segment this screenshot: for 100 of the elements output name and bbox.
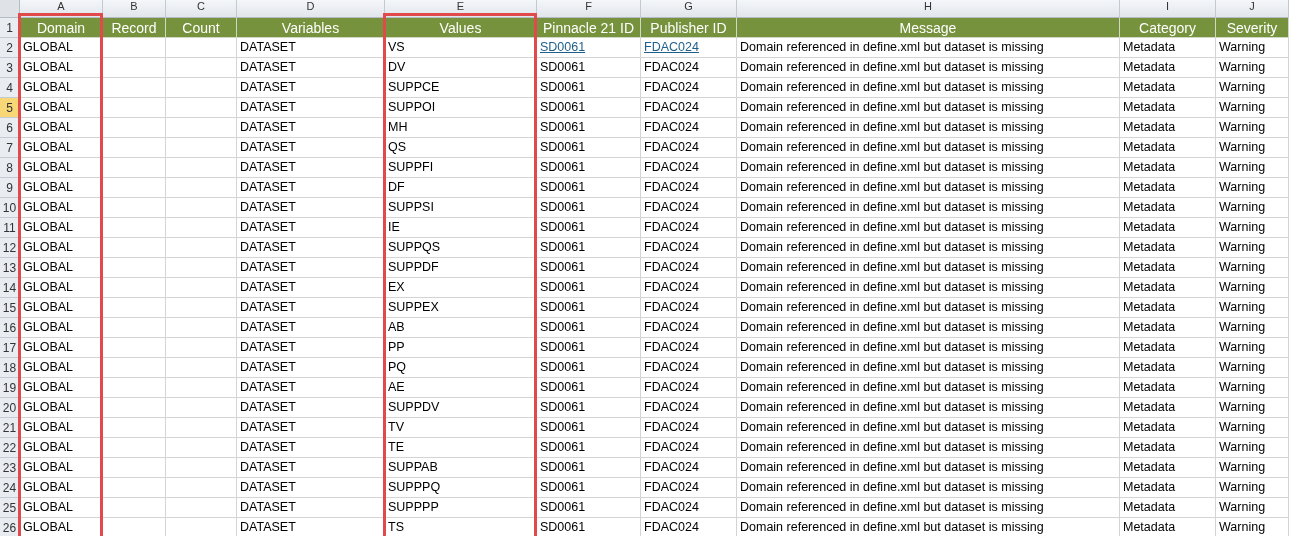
- column-letter[interactable]: F: [537, 0, 641, 18]
- table-cell: MH: [385, 118, 537, 138]
- empty-cell: [103, 198, 166, 218]
- row-number[interactable]: 20: [0, 398, 20, 418]
- table-cell: GLOBAL: [20, 218, 103, 238]
- empty-cell: [166, 378, 237, 398]
- row-number[interactable]: 26: [0, 518, 20, 536]
- empty-cell: [166, 158, 237, 178]
- table-cell: SUPPDF: [385, 258, 537, 278]
- table-cell: FDAC024: [641, 318, 737, 338]
- table-cell: Metadata: [1120, 178, 1216, 198]
- row-number[interactable]: 18: [0, 358, 20, 378]
- row-number[interactable]: 8: [0, 158, 20, 178]
- table-cell: Domain referenced in define.xml but dataset is missing: [737, 118, 1120, 138]
- table-cell: SD0061: [537, 438, 641, 458]
- table-cell: GLOBAL: [20, 118, 103, 138]
- table-cell: SD0061: [537, 458, 641, 478]
- hyperlink[interactable]: FDAC024: [644, 40, 699, 54]
- row-number[interactable]: 4: [0, 78, 20, 98]
- table-cell: DATASET: [237, 218, 385, 238]
- header-cell: Pinnacle 21 ID: [537, 18, 641, 38]
- row-number[interactable]: 25: [0, 498, 20, 518]
- table-cell: Metadata: [1120, 58, 1216, 78]
- table-cell: DATASET: [237, 198, 385, 218]
- row-number[interactable]: 1: [0, 18, 20, 38]
- table-cell: FDAC024: [641, 198, 737, 218]
- table-cell: Metadata: [1120, 278, 1216, 298]
- table-cell: SD0061: [537, 338, 641, 358]
- row-number[interactable]: 16: [0, 318, 20, 338]
- row-number[interactable]: 12: [0, 238, 20, 258]
- table-cell: FDAC024: [641, 498, 737, 518]
- table-cell: Domain referenced in define.xml but dataset is missing: [737, 58, 1120, 78]
- table-cell: DATASET: [237, 298, 385, 318]
- row-number[interactable]: 3: [0, 58, 20, 78]
- table-cell: Domain referenced in define.xml but dataset is missing: [737, 78, 1120, 98]
- table-cell: SUPPPQ: [385, 478, 537, 498]
- row-number[interactable]: 21: [0, 418, 20, 438]
- empty-cell: [103, 498, 166, 518]
- table-cell: FDAC024: [641, 218, 737, 238]
- table-cell: SUPPQS: [385, 238, 537, 258]
- column-letter[interactable]: C: [166, 0, 237, 18]
- column-letter[interactable]: I: [1120, 0, 1216, 18]
- empty-cell: [103, 478, 166, 498]
- table-cell: FDAC024: [641, 58, 737, 78]
- row-number[interactable]: 11: [0, 218, 20, 238]
- hyperlink[interactable]: SD0061: [540, 40, 586, 54]
- row-number[interactable]: 24: [0, 478, 20, 498]
- table-cell: QS: [385, 138, 537, 158]
- select-all-corner[interactable]: [0, 0, 20, 18]
- empty-cell: [103, 238, 166, 258]
- table-cell: Metadata: [1120, 498, 1216, 518]
- row-number[interactable]: 15: [0, 298, 20, 318]
- row-number[interactable]: 17: [0, 338, 20, 358]
- table-cell: Domain referenced in define.xml but dataset is missing: [737, 138, 1120, 158]
- table-cell: FDAC024: [641, 298, 737, 318]
- column-letter[interactable]: B: [103, 0, 166, 18]
- row-number[interactable]: 9: [0, 178, 20, 198]
- table-cell: Warning: [1216, 278, 1289, 298]
- row-number[interactable]: 13: [0, 258, 20, 278]
- row-number[interactable]: 19: [0, 378, 20, 398]
- table-cell: Metadata: [1120, 218, 1216, 238]
- table-cell: SUPPFI: [385, 158, 537, 178]
- column-letter[interactable]: D: [237, 0, 385, 18]
- table-cell: Domain referenced in define.xml but dataset is missing: [737, 258, 1120, 278]
- table-cell: Warning: [1216, 238, 1289, 258]
- row-number[interactable]: 14: [0, 278, 20, 298]
- table-cell: EX: [385, 278, 537, 298]
- column-letter[interactable]: H: [737, 0, 1120, 18]
- row-number[interactable]: 10: [0, 198, 20, 218]
- table-cell: Warning: [1216, 258, 1289, 278]
- table-cell: SD0061: [537, 258, 641, 278]
- row-number[interactable]: 7: [0, 138, 20, 158]
- table-cell: GLOBAL: [20, 258, 103, 278]
- table-cell: SD0061: [537, 378, 641, 398]
- column-letter[interactable]: G: [641, 0, 737, 18]
- row-number[interactable]: 2: [0, 38, 20, 58]
- table-cell: Warning: [1216, 78, 1289, 98]
- row-number[interactable]: 6: [0, 118, 20, 138]
- table-cell: Warning: [1216, 58, 1289, 78]
- row-number[interactable]: 22: [0, 438, 20, 458]
- table-cell: Warning: [1216, 298, 1289, 318]
- table-cell: DATASET: [237, 458, 385, 478]
- table-cell: SD0061: [537, 298, 641, 318]
- table-cell: TS: [385, 518, 537, 536]
- empty-cell: [103, 138, 166, 158]
- table-cell: FDAC024: [641, 358, 737, 378]
- column-letter[interactable]: J: [1216, 0, 1289, 18]
- table-cell: Warning: [1216, 478, 1289, 498]
- table-cell: DATASET: [237, 258, 385, 278]
- table-cell: Domain referenced in define.xml but dataset is missing: [737, 278, 1120, 298]
- empty-cell: [166, 298, 237, 318]
- row-number[interactable]: 23: [0, 458, 20, 478]
- empty-cell: [166, 478, 237, 498]
- table-cell: Metadata: [1120, 258, 1216, 278]
- table-cell: Metadata: [1120, 518, 1216, 536]
- row-number[interactable]: 5: [0, 98, 20, 118]
- table-cell: TV: [385, 418, 537, 438]
- table-cell: GLOBAL: [20, 498, 103, 518]
- table-cell: GLOBAL: [20, 338, 103, 358]
- empty-cell: [103, 398, 166, 418]
